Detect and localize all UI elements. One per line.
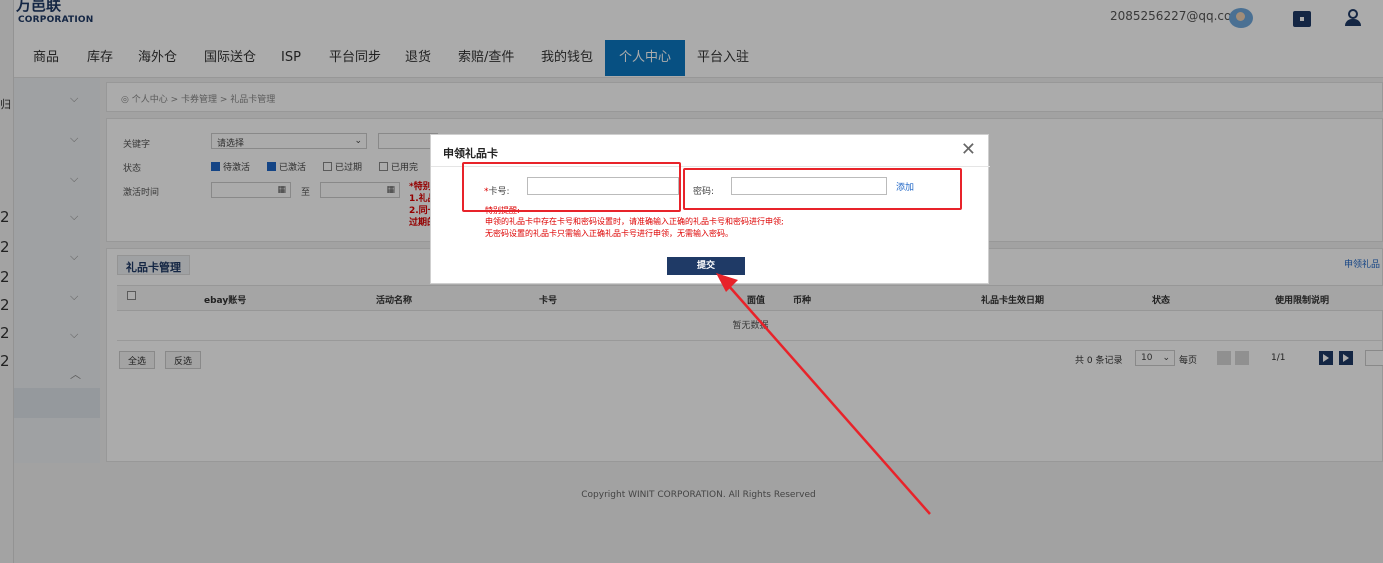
note-title: 特别提醒: — [485, 206, 520, 215]
note-line: 申领的礼品卡中存在卡号和密码设置时，请准确输入正确的礼品卡号和密码进行申领; — [485, 217, 784, 226]
close-icon[interactable]: ✕ — [961, 139, 976, 160]
divider — [431, 166, 990, 167]
card-number-label: *卡号: — [484, 187, 510, 197]
card-number-input[interactable] — [527, 177, 679, 195]
submit-button[interactable]: 提交 — [667, 257, 745, 275]
apply-gift-card-dialog: 申领礼品卡 ✕ *卡号: 密码: 添加 特别提醒: 申领的礼品卡中存在卡号和密码… — [430, 134, 990, 284]
password-input[interactable] — [731, 177, 887, 195]
note-line: 无密码设置的礼品卡只需输入正确礼品卡号进行申领，无需输入密码。 — [485, 229, 733, 238]
dialog-title: 申领礼品卡 — [443, 147, 498, 160]
password-label: 密码: — [693, 187, 715, 197]
add-link[interactable]: 添加 — [896, 180, 914, 193]
